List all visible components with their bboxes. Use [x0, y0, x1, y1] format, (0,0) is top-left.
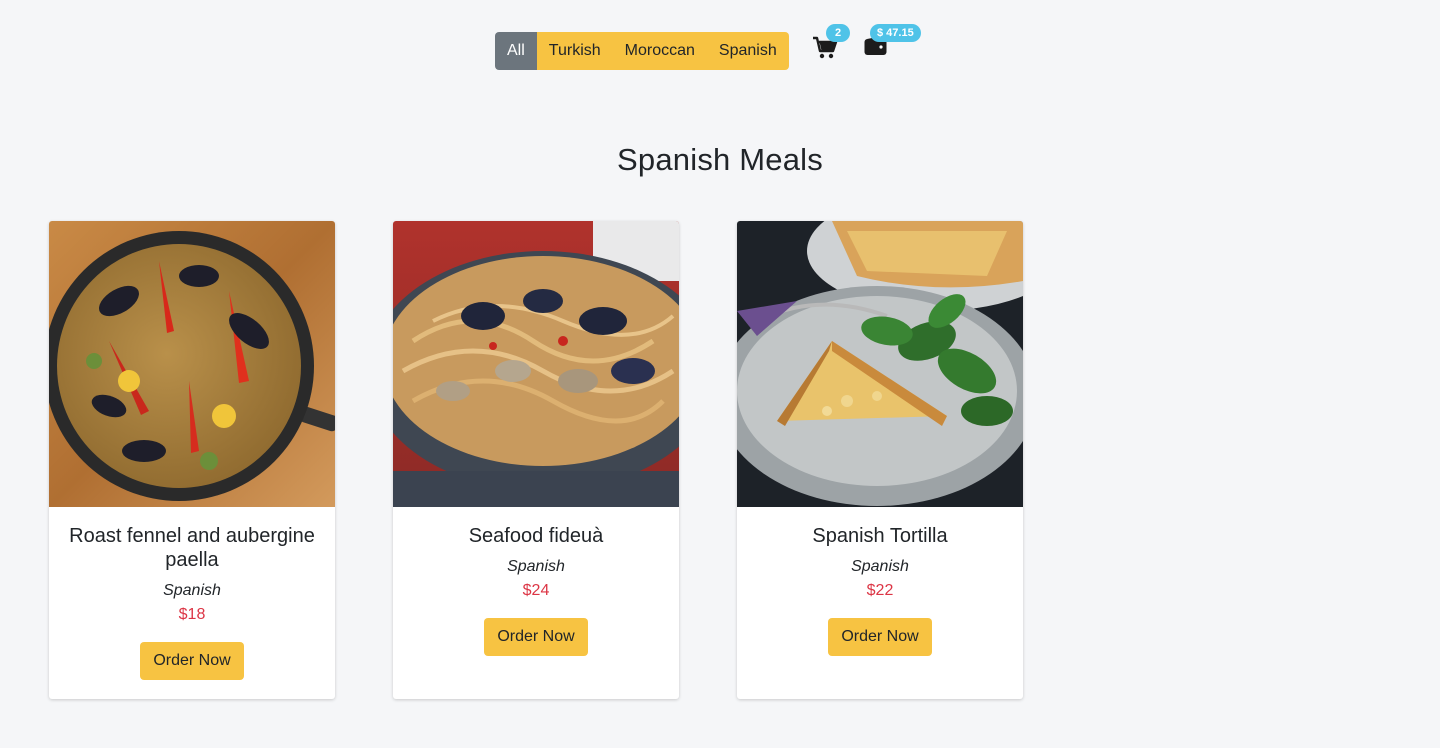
- meal-image-paella: [49, 221, 335, 507]
- meal-cuisine: Spanish: [851, 558, 909, 575]
- filter-spanish-button[interactable]: Spanish: [706, 32, 789, 70]
- filter-all-button[interactable]: All: [495, 32, 537, 70]
- order-now-button[interactable]: Order Now: [484, 618, 588, 656]
- meal-image-seafood-fideua: [393, 221, 679, 507]
- filter-turkish-button[interactable]: Turkish: [536, 32, 613, 70]
- meal-name: Seafood fideuà: [468, 525, 604, 547]
- meal-price: $24: [522, 582, 550, 599]
- wallet-button[interactable]: $ 47.15: [864, 24, 921, 60]
- meal-name: Spanish Tortilla: [812, 525, 948, 547]
- meal-name: Roast fennel and aubergine paella: [69, 525, 315, 571]
- meal-card: Roast fennel and aubergine paella Spanis…: [49, 221, 335, 699]
- meal-cuisine: Spanish: [163, 582, 221, 599]
- cuisine-filter-group: All Turkish Moroccan Spanish: [495, 32, 789, 70]
- page-title: Spanish Meals: [617, 142, 823, 177]
- order-now-button[interactable]: Order Now: [828, 618, 932, 656]
- meal-cuisine: Spanish: [507, 558, 565, 575]
- cart-button[interactable]: 2: [812, 24, 850, 62]
- filter-moroccan-button[interactable]: Moroccan: [612, 32, 707, 70]
- cart-count-badge: 2: [826, 24, 850, 42]
- meal-card: Spanish Tortilla Spanish $22 Order Now: [737, 221, 1023, 699]
- top-nav: All Turkish Moroccan Spanish 2 $ 47.15: [495, 24, 921, 70]
- wallet-balance-badge: $ 47.15: [870, 24, 921, 42]
- order-now-button[interactable]: Order Now: [140, 642, 244, 680]
- meal-price: $22: [866, 582, 894, 599]
- meal-image-spanish-tortilla: [737, 221, 1023, 507]
- meal-price: $18: [178, 606, 206, 623]
- meal-card: Seafood fideuà Spanish $24 Order Now: [393, 221, 679, 699]
